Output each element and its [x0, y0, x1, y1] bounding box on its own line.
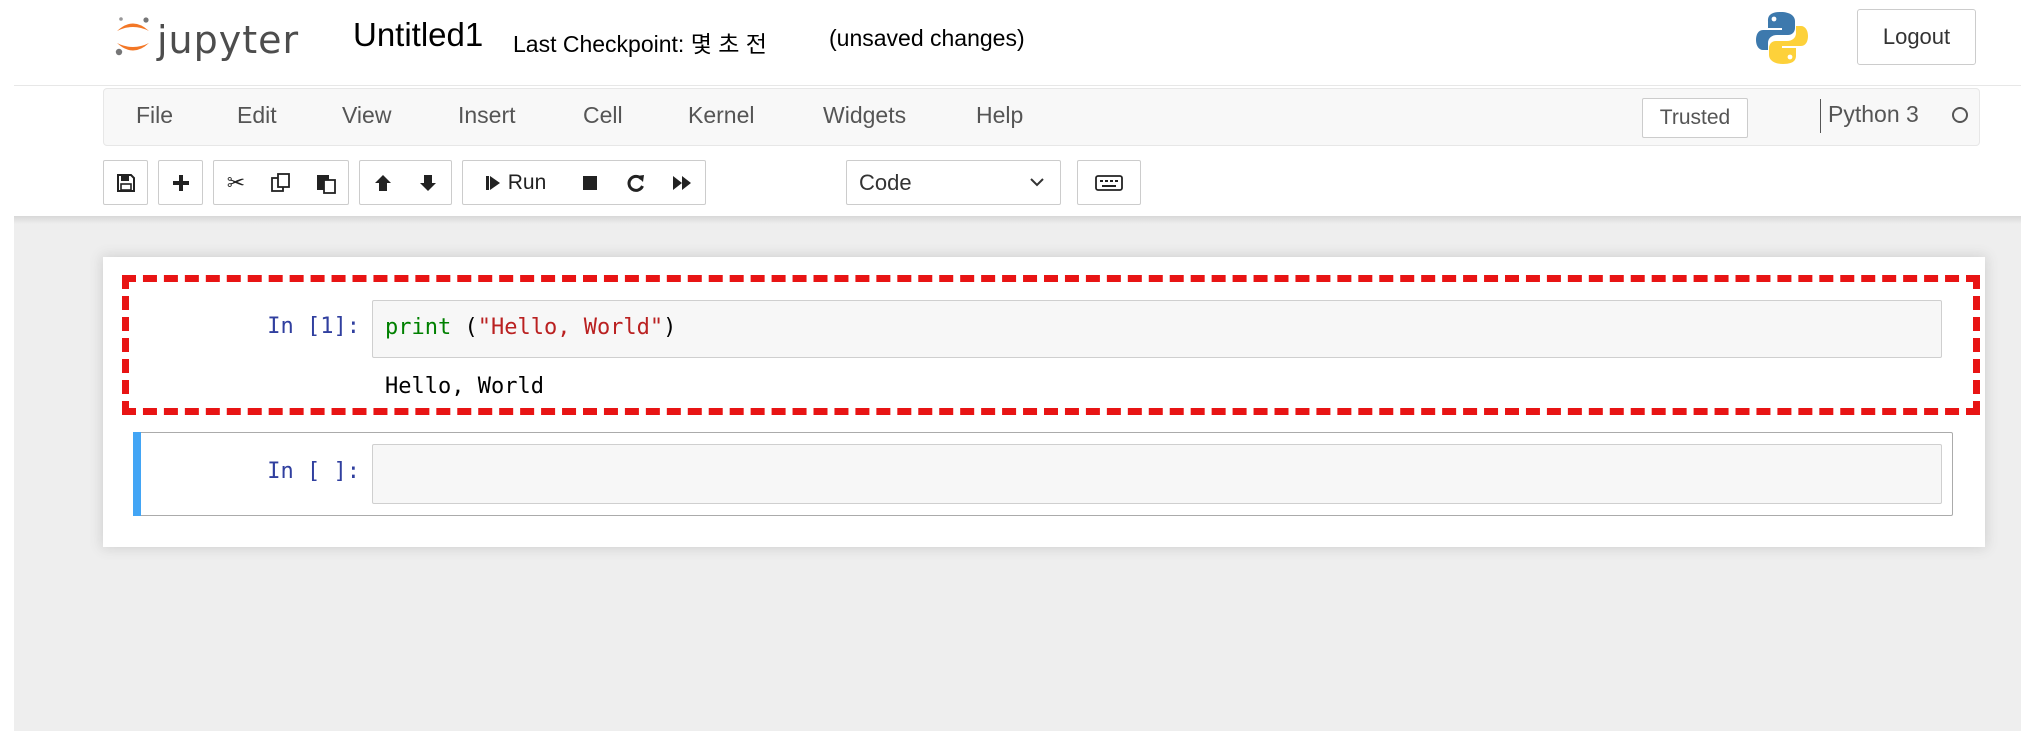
autosave-status: (unsaved changes): [829, 25, 1025, 51]
restart-kernel-button[interactable]: [613, 160, 660, 205]
cell-2-selection-bar: [133, 432, 141, 516]
plus-icon: [172, 174, 189, 191]
insert-cell-button[interactable]: [158, 160, 203, 205]
menu-kernel[interactable]: Kernel: [688, 102, 754, 129]
menu-edit[interactable]: Edit: [237, 102, 277, 129]
trusted-indicator[interactable]: Trusted: [1642, 98, 1748, 138]
paste-icon: [316, 174, 336, 194]
restart-run-all-button[interactable]: [659, 160, 706, 205]
cell-2-input[interactable]: [372, 444, 1942, 504]
cell-type-value: Code: [859, 169, 912, 195]
menu-insert[interactable]: Insert: [458, 102, 516, 129]
run-label: Run: [507, 170, 547, 194]
annotation-highlight-box: [122, 275, 1980, 415]
save-button[interactable]: [103, 160, 148, 205]
jupyter-logo-icon: [115, 17, 149, 56]
command-palette-button[interactable]: [1077, 160, 1141, 205]
run-button[interactable]: Run: [462, 160, 568, 205]
cell-2-prompt: In [ ]:: [267, 459, 360, 484]
save-icon: [116, 173, 135, 192]
header: jupyter Untitled1 Last Checkpoint: 몇 초 전…: [0, 0, 2021, 86]
menu-cell[interactable]: Cell: [583, 102, 623, 129]
kernel-name[interactable]: Python 3: [1828, 101, 1919, 128]
menu-help[interactable]: Help: [976, 102, 1023, 129]
arrow-up-icon: [374, 174, 391, 191]
move-cell-up-button[interactable]: [359, 160, 406, 205]
arrow-down-icon: [420, 174, 436, 191]
kernel-divider: [1820, 99, 1821, 133]
menu-file[interactable]: File: [136, 102, 173, 129]
paste-button[interactable]: [303, 160, 349, 205]
run-icon: [485, 175, 500, 190]
logo-text: jupyter: [157, 18, 300, 62]
menu-view[interactable]: View: [342, 102, 391, 129]
restart-icon: [627, 174, 644, 192]
menubar: File Edit View Insert Cell Kernel Widget…: [103, 88, 1980, 146]
cut-button[interactable]: ✂: [213, 160, 259, 205]
move-cell-down-button[interactable]: [405, 160, 452, 205]
stop-icon: [583, 175, 597, 190]
checkpoint-status: Last Checkpoint: 몇 초 전: [513, 31, 767, 57]
copy-icon: [270, 172, 290, 192]
notebook-name[interactable]: Untitled1: [353, 16, 483, 54]
menu-widgets[interactable]: Widgets: [823, 102, 906, 129]
header-divider: [14, 85, 2021, 86]
fast-forward-icon: [673, 175, 691, 190]
copy-button[interactable]: [258, 160, 304, 205]
jupyter-logo[interactable]: jupyter: [113, 12, 323, 64]
chevron-down-icon: [1030, 178, 1044, 187]
keyboard-icon: [1095, 174, 1123, 191]
toolbar: ✂ Run Code: [103, 160, 1203, 205]
interrupt-kernel-button[interactable]: [567, 160, 614, 205]
python-logo-icon: [1756, 12, 1808, 64]
cell-type-select[interactable]: Code: [846, 160, 1061, 205]
cut-icon: ✂: [226, 169, 246, 195]
site-shadow: [14, 216, 2021, 224]
kernel-idle-indicator-icon: [1952, 107, 1968, 123]
logout-button[interactable]: Logout: [1857, 9, 1976, 65]
